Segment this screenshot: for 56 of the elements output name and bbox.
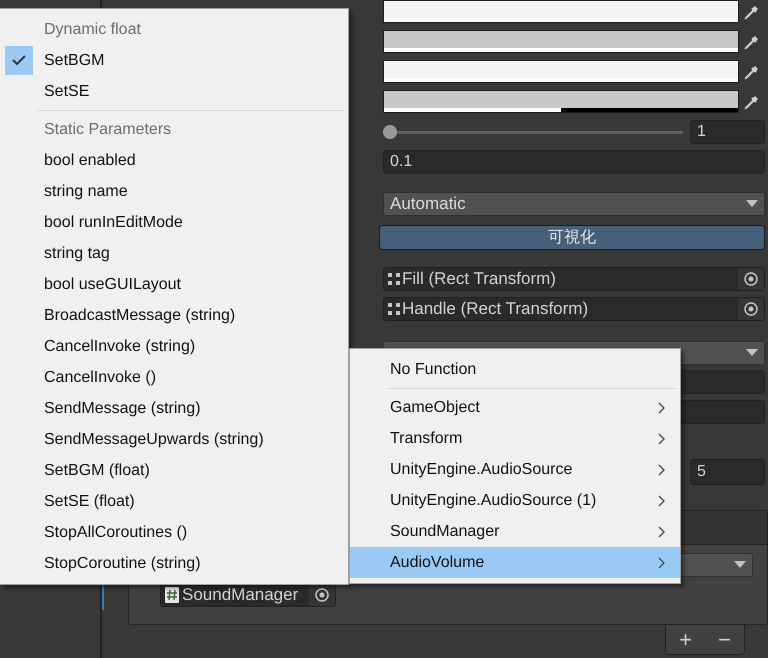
object-field[interactable]: Fill (Rect Transform) bbox=[383, 267, 765, 291]
object-picker-icon[interactable] bbox=[738, 268, 764, 290]
menu-section-header: Dynamic float bbox=[44, 20, 141, 40]
menu-item[interactable]: bool useGUILayout bbox=[44, 272, 181, 296]
chevron-icon bbox=[658, 432, 666, 444]
script-object-field[interactable]: SoundManager bbox=[160, 583, 336, 607]
chevron-icon bbox=[658, 526, 666, 538]
menu-item[interactable]: bool enabled bbox=[44, 148, 136, 172]
transform-icon bbox=[388, 303, 400, 315]
submenu-item[interactable]: Transform bbox=[350, 423, 680, 454]
menu-item[interactable]: string name bbox=[44, 180, 128, 204]
chevron-icon bbox=[658, 494, 666, 506]
function-dropdown[interactable] bbox=[679, 553, 753, 577]
menu-item[interactable]: StopAllCoroutines () bbox=[44, 520, 188, 544]
color-field[interactable] bbox=[383, 30, 739, 53]
submenu-item[interactable]: SoundManager bbox=[350, 516, 680, 547]
menu-item[interactable]: string tag bbox=[44, 242, 110, 266]
mode-dropdown[interactable]: Automatic bbox=[383, 192, 765, 216]
menu-item[interactable]: StopCoroutine (string) bbox=[44, 552, 201, 576]
menu-item[interactable]: SetSE (float) bbox=[44, 490, 135, 514]
menu-item[interactable]: CancelInvoke () bbox=[44, 366, 156, 390]
submenu-item[interactable]: GameObject bbox=[350, 392, 680, 423]
dropdown-caret-icon bbox=[734, 561, 746, 569]
chevron-icon bbox=[658, 402, 666, 414]
submenu-item[interactable]: UnityEngine.AudioSource (1) bbox=[350, 485, 680, 516]
color-field[interactable] bbox=[383, 0, 739, 23]
script-icon bbox=[165, 587, 179, 603]
menu-item[interactable]: SendMessageUpwards (string) bbox=[44, 428, 264, 452]
dropdown-caret-icon bbox=[746, 200, 758, 208]
chevron-icon bbox=[658, 464, 666, 476]
menu-item[interactable]: SetSE bbox=[44, 80, 90, 104]
count-field[interactable]: 5 bbox=[690, 459, 765, 485]
visualize-button[interactable]: 可視化 bbox=[379, 225, 765, 250]
object-picker-icon[interactable] bbox=[309, 584, 335, 606]
menu-item[interactable]: SetBGM (float) bbox=[44, 458, 150, 482]
menu-item[interactable]: SendMessage (string) bbox=[44, 396, 201, 420]
slider-thumb[interactable] bbox=[383, 125, 397, 139]
menu-item[interactable]: SetBGM bbox=[44, 48, 104, 72]
menu-item[interactable]: bool runInEditMode bbox=[44, 210, 183, 234]
menu-item[interactable]: BroadcastMessage (string) bbox=[44, 304, 236, 328]
number-field[interactable]: 0.1 bbox=[383, 150, 765, 174]
chevron-icon bbox=[658, 556, 666, 568]
remove-button[interactable]: − bbox=[712, 628, 737, 650]
dropdown-caret-icon bbox=[746, 349, 758, 357]
slider-value-field[interactable]: 1 bbox=[690, 120, 765, 144]
transform-icon bbox=[388, 273, 400, 285]
menu-item[interactable]: CancelInvoke (string) bbox=[44, 334, 196, 358]
color-field[interactable] bbox=[383, 60, 739, 83]
object-field[interactable]: Handle (Rect Transform) bbox=[383, 297, 765, 321]
submenu-item[interactable]: AudioVolume bbox=[350, 547, 680, 578]
submenu-item[interactable]: No Function bbox=[350, 354, 680, 385]
menu-section-header: Static Parameters bbox=[44, 120, 172, 140]
color-field[interactable] bbox=[383, 90, 739, 113]
add-button[interactable]: + bbox=[673, 628, 698, 650]
object-picker-icon[interactable] bbox=[738, 298, 764, 320]
submenu-item[interactable]: UnityEngine.AudioSource bbox=[350, 454, 680, 485]
